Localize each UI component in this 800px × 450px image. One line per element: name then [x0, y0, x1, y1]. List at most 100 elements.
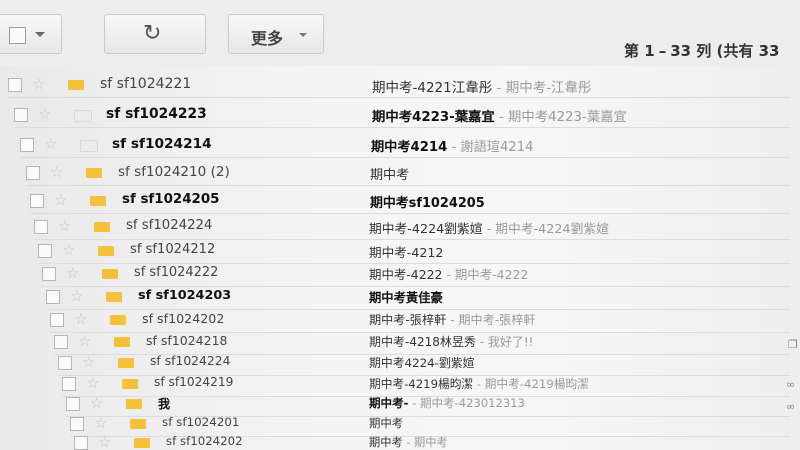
- star-icon[interactable]: ☆: [66, 263, 79, 283]
- email-snippet: - 期中考-4219楊昀潔: [473, 377, 589, 391]
- email-checkbox[interactable]: [38, 244, 52, 258]
- email-checkbox[interactable]: [8, 78, 22, 92]
- star-icon[interactable]: ☆: [78, 331, 91, 351]
- label-icon[interactable]: [68, 80, 84, 90]
- email-checkbox[interactable]: [66, 397, 80, 411]
- star-icon[interactable]: ☆: [38, 104, 51, 124]
- label-icon[interactable]: [74, 110, 92, 122]
- email-checkbox[interactable]: [62, 377, 76, 391]
- email-subject-line: 期中考 - 期中考: [369, 434, 448, 450]
- email-snippet: - 期中考-張梓軒: [446, 313, 536, 327]
- email-checkbox[interactable]: [74, 436, 88, 450]
- label-icon[interactable]: [130, 419, 146, 429]
- email-subject: 期中考黃佳豪: [369, 291, 443, 305]
- email-subject: 期中考-4222: [369, 267, 443, 282]
- email-checkbox[interactable]: [20, 138, 34, 152]
- star-icon[interactable]: ☆: [74, 309, 87, 329]
- label-icon[interactable]: [118, 358, 134, 368]
- email-subject-line: 期中考-4212: [369, 242, 443, 261]
- email-subject-line: 期中考sf1024205: [370, 192, 485, 211]
- email-row[interactable]: ☆ sf sf1024223 期中考4223-葉嘉宜 - 期中考4223-葉嘉宜: [14, 104, 790, 128]
- select-all-dropdown[interactable]: [0, 14, 62, 54]
- email-subject: 期中考-4221江韋彤: [372, 80, 493, 96]
- label-icon[interactable]: [106, 292, 122, 302]
- more-button[interactable]: 更多: [228, 14, 324, 54]
- star-icon[interactable]: ☆: [82, 352, 95, 372]
- email-checkbox[interactable]: [34, 220, 48, 234]
- label-icon[interactable]: [134, 438, 150, 448]
- attachment-icon: ❐: [788, 338, 798, 351]
- email-subject: 期中考-4212: [369, 245, 444, 260]
- star-icon[interactable]: ☆: [54, 190, 67, 210]
- email-row[interactable]: ☆ sf sf1024202 期中考-張梓軒 - 期中考-張梓軒: [50, 309, 790, 333]
- star-icon[interactable]: ☆: [62, 240, 75, 260]
- star-icon[interactable]: ☆: [94, 413, 107, 433]
- label-icon[interactable]: [122, 379, 138, 389]
- refresh-button[interactable]: ↻: [104, 14, 206, 54]
- email-row[interactable]: ☆ sf sf1024203 期中考黃佳豪: [46, 286, 790, 310]
- email-checkbox[interactable]: [70, 417, 84, 431]
- email-checkbox[interactable]: [14, 108, 28, 122]
- email-sender: sf sf1024221: [100, 76, 192, 92]
- email-checkbox[interactable]: [50, 313, 64, 327]
- label-icon[interactable]: [126, 399, 142, 409]
- star-icon[interactable]: ☆: [50, 162, 63, 182]
- email-checkbox[interactable]: [46, 290, 60, 304]
- label-icon[interactable]: [94, 222, 110, 232]
- email-snippet: - 期中考-423012313: [408, 396, 525, 410]
- email-sender: sf sf1024210 (2): [118, 164, 230, 180]
- email-subject-line: 期中考-4222 - 期中考-4222: [369, 265, 528, 283]
- email-checkbox[interactable]: [42, 267, 56, 281]
- email-subject: 期中考-4219楊昀潔: [369, 377, 474, 391]
- select-all-checkbox[interactable]: [9, 27, 26, 44]
- pagination-total: 33: [758, 42, 780, 60]
- email-subject: 期中考4224-劉紫媗: [369, 356, 475, 370]
- email-checkbox[interactable]: [26, 166, 40, 180]
- email-list: ☆ sf sf1024221 期中考-4221江韋彤 - 期中考-江韋彤 ☆ sf sf…: [0, 70, 800, 450]
- email-row[interactable]: ☆ sf sf1024224 期中考-4224劉紫媗 - 期中考-4224劉紫媗: [34, 216, 790, 240]
- star-icon[interactable]: ☆: [32, 74, 45, 94]
- email-subject-line: 期中考-張梓軒 - 期中考-張梓軒: [369, 311, 536, 328]
- attachment-icon: ∞: [786, 400, 796, 413]
- email-checkbox[interactable]: [30, 194, 44, 208]
- label-icon[interactable]: [90, 196, 106, 206]
- email-checkbox[interactable]: [54, 335, 68, 349]
- email-sender: sf sf1024224: [150, 354, 231, 368]
- label-icon[interactable]: [102, 269, 118, 279]
- pagination-suffix: 列 (共有: [696, 42, 754, 60]
- email-snippet: - 我好了!!: [475, 335, 534, 349]
- email-row[interactable]: ☆ sf sf1024214 期中考4214 - 謝語瑄4214: [20, 134, 790, 158]
- star-icon[interactable]: ☆: [90, 393, 103, 413]
- star-icon[interactable]: ☆: [70, 286, 83, 306]
- email-subject: 期中考-: [369, 396, 409, 410]
- star-icon[interactable]: ☆: [98, 432, 111, 450]
- email-row[interactable]: ☆ sf sf1024205 期中考sf1024205: [30, 190, 790, 214]
- pagination-info: 第 1–33 列 (共有 33: [624, 40, 779, 61]
- pagination-start: 1: [644, 42, 655, 60]
- email-row[interactable]: ☆ sf sf1024202 期中考 - 期中考: [74, 432, 790, 450]
- email-sender: sf sf1024202: [166, 434, 243, 448]
- star-icon[interactable]: ☆: [44, 134, 57, 154]
- pagination-end: 33: [670, 42, 692, 60]
- label-icon[interactable]: [98, 246, 114, 256]
- email-subject: 期中考: [370, 168, 410, 183]
- email-sender: sf sf1024201: [162, 415, 240, 429]
- email-subject-line: 期中考: [369, 415, 403, 431]
- email-row[interactable]: ☆ sf sf1024221 期中考-4221江韋彤 - 期中考-江韋彤: [8, 74, 790, 98]
- star-icon[interactable]: ☆: [58, 216, 71, 236]
- pagination-separator: –: [658, 42, 667, 60]
- email-row[interactable]: ☆ sf sf1024210 (2) 期中考: [26, 162, 790, 186]
- email-subject-line: 期中考-4224劉紫媗 - 期中考-4224劉紫媗: [369, 218, 609, 237]
- label-icon[interactable]: [114, 337, 130, 347]
- email-sender: sf sf1024212: [130, 242, 216, 257]
- email-row[interactable]: ☆ sf sf1024212 期中考-4212: [38, 240, 790, 264]
- email-subject: 期中考sf1024205: [370, 196, 485, 211]
- email-snippet: - 期中考4223-葉嘉宜: [494, 110, 627, 125]
- email-row[interactable]: ☆ sf sf1024222 期中考-4222 - 期中考-4222: [42, 263, 790, 287]
- email-checkbox[interactable]: [58, 356, 72, 370]
- star-icon[interactable]: ☆: [86, 373, 99, 393]
- label-icon[interactable]: [86, 168, 102, 178]
- label-icon[interactable]: [80, 140, 98, 152]
- email-sender: sf sf1024223: [106, 106, 207, 122]
- label-icon[interactable]: [110, 315, 126, 325]
